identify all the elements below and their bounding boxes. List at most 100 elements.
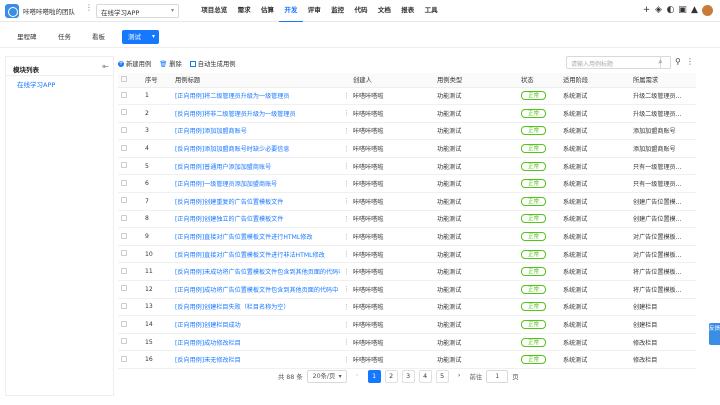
row-menu-icon[interactable]: ⋮ — [340, 333, 350, 352]
nav-develop[interactable]: 开发 — [279, 0, 303, 22]
project-select[interactable]: 在线学习APP ▾ — [96, 4, 179, 18]
table-row[interactable]: 7 [反向用例]创建重复的广告位置模板文件 ⋮ 咔嗒咔嗒啦 功能测试 正常 系统测试 创建广告… — [118, 192, 696, 211]
table-row[interactable]: 10 [反向用例]直接对广告位置模板文件进行非法HTML修改 ⋮ 咔嗒咔嗒啦 功能测试正… — [118, 245, 696, 264]
col-header-req[interactable]: 所属需求 — [630, 73, 696, 88]
nav-review[interactable]: 评审 — [303, 0, 326, 22]
cell-title[interactable]: [反向用例]普通用户添加加盟商账号 — [172, 157, 340, 176]
page-button[interactable]: 2 — [384, 369, 398, 383]
col-header-no[interactable]: 序号 — [142, 73, 172, 88]
table-row[interactable]: 11 [反向用例]未成功将广告位置模板文件包含到其他页面的代码中 ⋮ 咔嗒咔嗒啦 功能测… — [118, 262, 696, 282]
row-checkbox[interactable] — [118, 174, 142, 194]
col-header-type[interactable]: 用例类型 — [434, 73, 518, 88]
cell-title[interactable]: [正向用例]创建独立的广告位置模板文件 — [172, 210, 340, 229]
next-page-button[interactable]: › — [453, 370, 466, 383]
row-menu-icon[interactable]: ⋮ — [340, 87, 350, 106]
row-menu-icon[interactable]: ⋮ — [340, 245, 350, 264]
col-header-stage[interactable]: 适用阶段 — [560, 73, 630, 88]
cell-title[interactable]: [正向用例]创建栏目成功 — [172, 315, 340, 334]
row-checkbox[interactable] — [118, 157, 142, 176]
row-menu-icon[interactable]: ⋮ — [340, 262, 350, 282]
layers-icon[interactable]: ◈ — [654, 6, 663, 15]
row-menu-icon[interactable]: ⋮ — [340, 210, 350, 229]
row-checkbox[interactable] — [118, 262, 142, 282]
row-checkbox[interactable] — [118, 87, 142, 106]
row-checkbox[interactable] — [118, 298, 142, 317]
table-row[interactable]: 14 [正向用例]创建栏目成功 ⋮ 咔嗒咔嗒啦 功能测试 正常 系统测试 创建栏目 — [118, 315, 696, 334]
table-row[interactable]: 8 [正向用例]创建独立的广告位置模板文件 ⋮ 咔嗒咔嗒啦 功能测试 正常 系统测试 创建广告… — [118, 210, 696, 229]
cell-title[interactable]: [反向用例]未成功将广告位置模板文件包含到其他页面的代码中 — [172, 262, 340, 282]
col-header-title[interactable]: 用例标题 — [172, 73, 340, 88]
goto-page-input[interactable]: 1 — [486, 369, 509, 383]
row-menu-icon[interactable]: ⋮ — [340, 122, 350, 141]
row-menu-icon[interactable]: ⋮ — [340, 315, 350, 334]
column-settings-icon[interactable]: ⋮ — [686, 57, 694, 66]
page-button[interactable]: 4 — [418, 369, 432, 383]
tab-milestones[interactable]: 里程碑 — [17, 31, 37, 41]
cell-title[interactable]: [反向用例]将非二级管理员升级为一级管理员 — [172, 104, 340, 123]
nav-docs[interactable]: 文档 — [373, 0, 396, 22]
select-all-checkbox[interactable] — [118, 73, 142, 88]
filter-icon[interactable]: ⚲ — [675, 57, 681, 66]
row-checkbox[interactable] — [118, 280, 142, 299]
table-row[interactable]: 5 [反向用例]普通用户添加加盟商账号 ⋮ 咔嗒咔嗒啦 功能测试 正常 系统测试 只有一级管理… — [118, 157, 696, 176]
sidebar-item-module[interactable]: 在线学习APP — [17, 79, 55, 89]
row-checkbox[interactable] — [118, 139, 142, 158]
nav-tools[interactable]: 工具 — [419, 0, 442, 22]
team-name[interactable]: 咔嗒咔嗒啦的团队 — [23, 6, 75, 16]
nav-estimate[interactable]: 估算 — [256, 0, 279, 22]
tab-kanban[interactable]: 看板 — [92, 31, 105, 41]
table-row[interactable]: 15 [正向用例]成功修改栏目 ⋮ 咔嗒咔嗒啦 功能测试 正常 系统测试 修改栏目 — [118, 333, 696, 352]
feedback-button[interactable]: 反馈 — [709, 323, 720, 345]
cell-title[interactable]: [正向用例]将二级管理员升级为一级管理员 — [172, 87, 340, 106]
page-button[interactable]: 5 — [435, 369, 449, 383]
cell-title[interactable]: [正向用例]成功修改栏目 — [172, 333, 340, 352]
row-menu-icon[interactable]: ⋮ — [340, 192, 350, 211]
table-row[interactable]: 6 [正向用例]一级管理员添加加盟商账号 ⋮ 咔嗒咔嗒啦 功能测试 正常 系统测试 只有一级管… — [118, 174, 696, 194]
app-logo[interactable] — [5, 4, 19, 18]
table-row[interactable]: 3 [正向用例]添加加盟商账号 ⋮ 咔嗒咔嗒啦 功能测试 正常 系统测试 添加加盟商账号 — [118, 122, 696, 141]
table-row[interactable]: 1 [正向用例]将二级管理员升级为一级管理员 ⋮ 咔嗒咔嗒啦 功能测试 正常 系统测试 升级二… — [118, 87, 696, 106]
add-icon[interactable]: + — [642, 6, 651, 15]
collapse-icon[interactable]: ⇤ — [102, 62, 109, 71]
table-row[interactable]: 2 [反向用例]将非二级管理员升级为一级管理员 ⋮ 咔嗒咔嗒啦 功能测试 正常 系统测试 升级… — [118, 104, 696, 123]
cell-title[interactable]: [反向用例]创建重复的广告位置模板文件 — [172, 192, 340, 211]
nav-reports[interactable]: 报表 — [396, 0, 419, 22]
nav-requirements[interactable]: 需求 — [232, 0, 255, 22]
avatar[interactable] — [702, 5, 713, 16]
test-dropdown-button[interactable]: 测试 ▾ — [122, 30, 159, 44]
row-checkbox[interactable] — [118, 245, 142, 264]
bell-icon[interactable]: ▲ — [690, 6, 699, 15]
page-size-select[interactable]: 20条/页 ▾ — [306, 369, 347, 383]
new-case-button[interactable]: + 新建用例 — [118, 59, 151, 68]
page-button[interactable]: 1 — [367, 369, 381, 383]
cell-title[interactable]: [反向用例]添加加盟商账号时缺少必要信息 — [172, 139, 340, 158]
col-header-status[interactable]: 状态 — [518, 73, 560, 88]
row-menu-icon[interactable]: ⋮ — [340, 350, 350, 369]
search-icon[interactable]: ⌕ — [651, 56, 671, 69]
row-menu-icon[interactable]: ⋮ — [340, 280, 350, 299]
page-button[interactable]: 3 — [401, 369, 415, 383]
row-checkbox[interactable] — [118, 350, 142, 369]
team-more-icon[interactable]: ⋮ — [85, 3, 93, 12]
table-row[interactable]: 9 [正向用例]直接对广告位置模板文件进行HTML修改 ⋮ 咔嗒咔嗒啦 功能测试 正常 系统… — [118, 227, 696, 246]
cell-title[interactable]: [正向用例]直接对广告位置模板文件进行HTML修改 — [172, 227, 340, 246]
cell-title[interactable]: [正向用例]成功将广告位置模板文件包含到其他页面的代码中 — [172, 280, 340, 299]
cell-title[interactable]: [正向用例]添加加盟商账号 — [172, 122, 340, 141]
row-checkbox[interactable] — [118, 210, 142, 229]
row-menu-icon[interactable]: ⋮ — [340, 157, 350, 176]
table-row[interactable]: 12 [正向用例]成功将广告位置模板文件包含到其他页面的代码中 ⋮ 咔嗒咔嗒啦 功能测试… — [118, 280, 696, 299]
col-header-creator[interactable]: 创建人 — [350, 73, 434, 88]
nav-overview[interactable]: 项目总览 — [196, 0, 232, 22]
row-menu-icon[interactable]: ⋮ — [340, 227, 350, 246]
tab-tasks[interactable]: 任务 — [58, 31, 71, 41]
row-checkbox[interactable] — [118, 333, 142, 352]
search-input[interactable]: 请输入用例标题 — [566, 56, 661, 69]
delete-button[interactable]: 🗑 删除 — [159, 59, 182, 69]
cell-title[interactable]: [反向用例]创建栏目失败（栏目名称为空） — [172, 298, 340, 317]
cell-title[interactable]: [反向用例]未无修改栏目 — [172, 350, 340, 369]
row-checkbox[interactable] — [118, 227, 142, 246]
table-row[interactable]: 16 [反向用例]未无修改栏目 ⋮ 咔嗒咔嗒啦 功能测试 正常 系统测试 修改栏目 — [118, 350, 696, 369]
cell-title[interactable]: [正向用例]一级管理员添加加盟商账号 — [172, 174, 340, 194]
row-checkbox[interactable] — [118, 104, 142, 123]
cell-title[interactable]: [反向用例]直接对广告位置模板文件进行非法HTML修改 — [172, 245, 340, 264]
